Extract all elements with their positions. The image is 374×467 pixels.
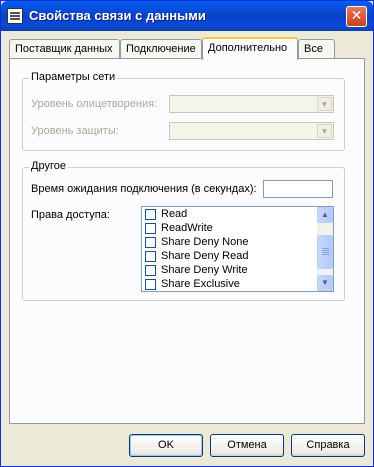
- timeout-input[interactable]: [263, 180, 333, 198]
- close-button[interactable]: ✕: [346, 6, 367, 27]
- protection-select[interactable]: ▼: [169, 122, 334, 140]
- other-group: Другое Время ожидания подключения (в сек…: [22, 160, 345, 301]
- option-label: Share Deny Read: [161, 250, 249, 262]
- scrollbar-thumb[interactable]: [317, 235, 333, 269]
- tab-label: Дополнительно: [208, 42, 288, 54]
- list-scrollbar[interactable]: ▲ ▼: [317, 207, 333, 291]
- checkbox[interactable]: [145, 265, 156, 276]
- network-settings-title: Параметры сети: [29, 71, 118, 83]
- network-settings-group: Параметры сети Уровень олицетворения: ▼ …: [22, 71, 345, 151]
- option-label: Share Deny None: [161, 236, 249, 248]
- chevron-down-icon[interactable]: ▼: [317, 97, 332, 111]
- checkbox[interactable]: [145, 251, 156, 262]
- access-label: Права доступа:: [31, 209, 110, 221]
- option-label: Share Deny Write: [161, 264, 248, 276]
- option-label: Share Exclusive: [161, 278, 240, 290]
- tab-connection[interactable]: Подключение: [120, 39, 202, 58]
- window-title: Свойства связи с данными: [29, 8, 206, 23]
- checkbox[interactable]: [145, 237, 156, 248]
- tab-label: Подключение: [126, 43, 196, 55]
- timeout-label: Время ожидания подключения (в секундах):: [31, 183, 257, 195]
- chevron-down-icon[interactable]: ▼: [317, 124, 332, 138]
- access-permissions-list[interactable]: Read ReadWrite Share Deny None Share Den…: [141, 206, 334, 292]
- advanced-tab-panel: Параметры сети Уровень олицетворения: ▼ …: [9, 58, 365, 424]
- data-link-icon: [7, 8, 23, 24]
- checkbox[interactable]: [145, 223, 156, 234]
- cancel-button[interactable]: Отмена: [210, 434, 284, 457]
- scroll-up-icon[interactable]: ▲: [317, 207, 333, 223]
- tab-provider[interactable]: Поставщик данных: [9, 39, 120, 58]
- close-icon: ✕: [350, 8, 363, 24]
- other-title: Другое: [29, 160, 68, 172]
- dialog-window: Свойства связи с данными ✕ Поставщик дан…: [0, 0, 374, 467]
- ok-button[interactable]: OK: [129, 434, 203, 457]
- option-label: Read: [161, 208, 188, 220]
- tab-advanced[interactable]: Дополнительно: [202, 37, 298, 60]
- tab-all[interactable]: Все: [298, 39, 335, 58]
- help-button[interactable]: Справка: [291, 434, 365, 457]
- protection-label: Уровень защиты:: [31, 125, 119, 137]
- impersonation-label: Уровень олицетворения:: [31, 98, 158, 110]
- checkbox[interactable]: [145, 209, 156, 220]
- scroll-down-icon[interactable]: ▼: [317, 275, 333, 291]
- option-label: ReadWrite: [161, 222, 213, 234]
- title-bar[interactable]: Свойства связи с данными ✕: [1, 1, 373, 31]
- impersonation-select[interactable]: ▼: [169, 95, 334, 113]
- checkbox[interactable]: [145, 279, 156, 290]
- tab-label: Все: [304, 43, 323, 55]
- tab-label: Поставщик данных: [15, 43, 113, 55]
